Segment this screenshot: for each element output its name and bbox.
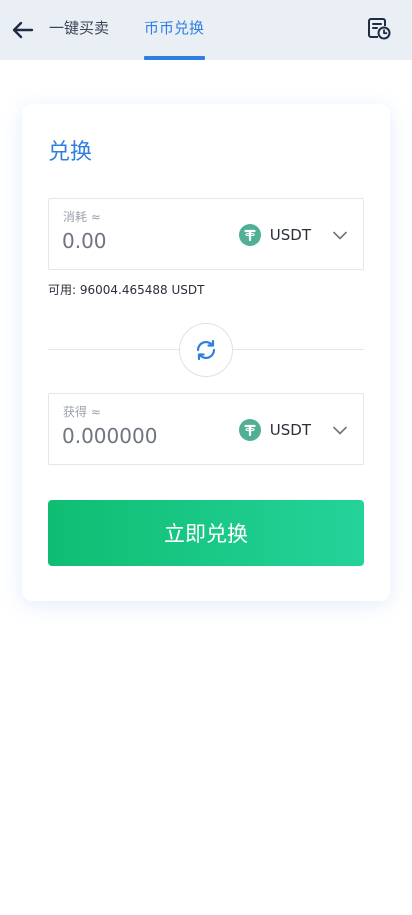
chevron-down-icon [333, 227, 349, 243]
swap-now-button[interactable]: 立即兑换 [48, 500, 364, 566]
order-history-icon [368, 18, 391, 40]
arrow-left-icon [12, 21, 34, 39]
back-button[interactable] [10, 17, 36, 43]
tether-icon [238, 419, 261, 441]
pay-label: 消耗 ≈ [63, 210, 101, 224]
swap-direction-button[interactable] [179, 323, 233, 377]
tether-icon [238, 224, 261, 246]
pay-amount-input[interactable] [62, 229, 212, 253]
receive-coin-name: USDT [269, 421, 311, 439]
active-tab-indicator [144, 56, 205, 60]
pay-coin-select[interactable]: USDT [238, 223, 349, 247]
tab-one-click-trade[interactable]: 一键买卖 [49, 0, 109, 60]
receive-label: 获得 ≈ [63, 405, 101, 419]
refresh-icon [196, 339, 216, 361]
receive-coin-select[interactable]: USDT [238, 418, 349, 442]
top-nav-bar: 一键买卖 币币兑换 [0, 0, 412, 60]
receive-field: 获得 ≈ USDT [48, 393, 364, 465]
available-balance: 可用: 96004.465488 USDT [48, 283, 205, 297]
tab-coin-swap[interactable]: 币币兑换 [144, 0, 204, 60]
receive-amount-input[interactable] [62, 424, 212, 448]
chevron-down-icon [333, 422, 349, 438]
card-title: 兑换 [48, 140, 93, 165]
pay-coin-name: USDT [269, 226, 311, 244]
swap-card: 兑换 消耗 ≈ USDT 可用: 96004.465488 USDT [22, 104, 390, 601]
order-history-button[interactable] [366, 16, 392, 42]
pay-field: 消耗 ≈ USDT [48, 198, 364, 270]
